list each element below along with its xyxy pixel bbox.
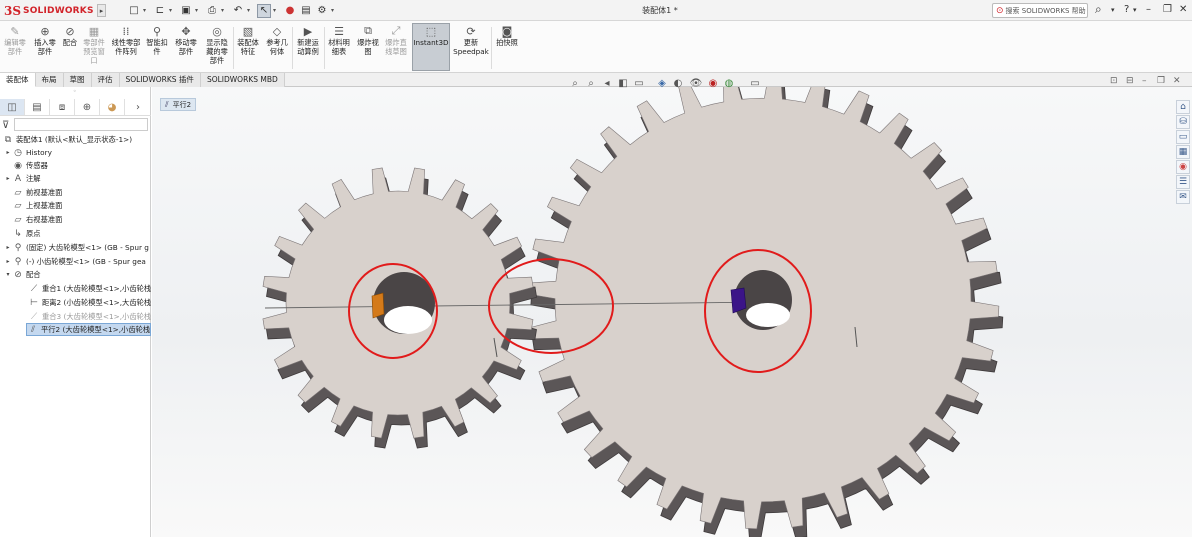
hide-show-items-icon[interactable]: 👁	[689, 76, 703, 90]
section-view-icon[interactable]: ◧	[616, 76, 630, 90]
dynamic-annotation-icon[interactable]: ▭	[632, 76, 646, 90]
breadcrumb-label: 平行2	[172, 100, 192, 109]
viewport-minimize-icon[interactable]: –	[1142, 76, 1147, 86]
view-settings-icon[interactable]: ▭	[748, 76, 762, 90]
view-palette-icon[interactable]: ▦	[1176, 145, 1190, 159]
parallel-mate-icon: ⫽	[165, 99, 169, 109]
appearances-icon[interactable]: ◉	[1176, 160, 1190, 174]
zoom-area-icon[interactable]: ⌕	[584, 76, 598, 90]
previous-view-icon[interactable]: ◂	[600, 76, 614, 90]
task-pane-tabs: ⌂ ⛁ ▭ ▦ ◉ ☰ ✉	[1176, 100, 1192, 205]
custom-properties-icon[interactable]: ☰	[1176, 175, 1190, 189]
viewport-maximize-icon[interactable]: ❐	[1157, 76, 1165, 86]
display-style-icon[interactable]: ◐	[671, 76, 685, 90]
apply-scene-icon[interactable]: ◍	[722, 76, 736, 90]
edit-appearance-icon[interactable]: ◉	[706, 76, 720, 90]
viewport-close-icon[interactable]: ✕	[1173, 76, 1181, 86]
solidworks-resources-icon[interactable]: ⌂	[1176, 100, 1190, 114]
zoom-to-fit-icon[interactable]: ⌕	[568, 76, 582, 90]
viewport-tile-icon[interactable]: ⊡	[1110, 76, 1118, 86]
breadcrumb[interactable]: ⫽ 平行2	[160, 98, 197, 111]
forum-icon[interactable]: ✉	[1176, 190, 1190, 204]
file-explorer-icon[interactable]: ▭	[1176, 130, 1190, 144]
view-orientation-icon[interactable]: ◈	[655, 76, 669, 90]
viewport-restore-icon[interactable]: ⊟	[1126, 76, 1134, 86]
design-library-icon[interactable]: ⛁	[1176, 115, 1190, 129]
